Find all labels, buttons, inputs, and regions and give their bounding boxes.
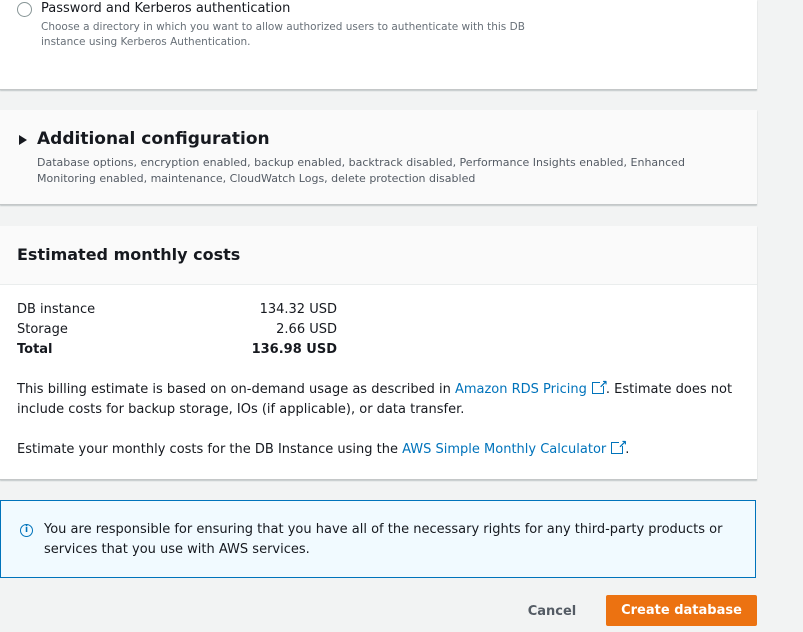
aws-simple-monthly-calculator-link[interactable]: AWS Simple Monthly Calculator: [402, 442, 606, 457]
calculator-note-text: Estimate your monthly costs for the DB I…: [17, 442, 403, 457]
cost-total-label: Total: [17, 342, 53, 357]
cost-row-label: DB instance: [17, 302, 96, 317]
cost-row-label: Storage: [17, 322, 68, 337]
additional-configuration-title[interactable]: Additional configuration: [37, 129, 270, 149]
cost-row-value: 134.32 USD: [259, 302, 337, 317]
info-alert: i You are responsible for ensuring that …: [0, 500, 756, 578]
billing-estimate-note: This billing estimate is based on on-dem…: [17, 375, 737, 420]
authentication-panel: Password and Kerberos authentication Cho…: [0, 0, 757, 90]
estimated-costs-title: Estimated monthly costs: [17, 245, 241, 264]
kerberos-radio[interactable]: [17, 2, 32, 17]
info-icon: i: [20, 524, 33, 537]
cancel-button[interactable]: Cancel: [520, 596, 584, 626]
cost-total-value: 136.98 USD: [251, 342, 337, 357]
external-link-icon[interactable]: [611, 435, 627, 455]
kerberos-option-description: Choose a directory in which you want to …: [41, 21, 525, 48]
billing-note-text: This billing estimate is based on on-dem…: [17, 382, 455, 397]
amazon-rds-pricing-link[interactable]: Amazon RDS Pricing: [455, 382, 587, 397]
info-alert-text: You are responsible for ensuring that yo…: [44, 522, 723, 557]
external-link-icon[interactable]: [591, 375, 608, 395]
caret-right-icon[interactable]: [19, 135, 27, 145]
create-database-button[interactable]: Create database: [606, 595, 757, 626]
cost-row-value: 2.66 USD: [276, 322, 337, 337]
kerberos-option-label[interactable]: Password and Kerberos authentication: [41, 1, 290, 16]
additional-configuration-description: Database options, encryption enabled, ba…: [37, 156, 685, 185]
calculator-note: Estimate your monthly costs for the DB I…: [17, 435, 737, 460]
